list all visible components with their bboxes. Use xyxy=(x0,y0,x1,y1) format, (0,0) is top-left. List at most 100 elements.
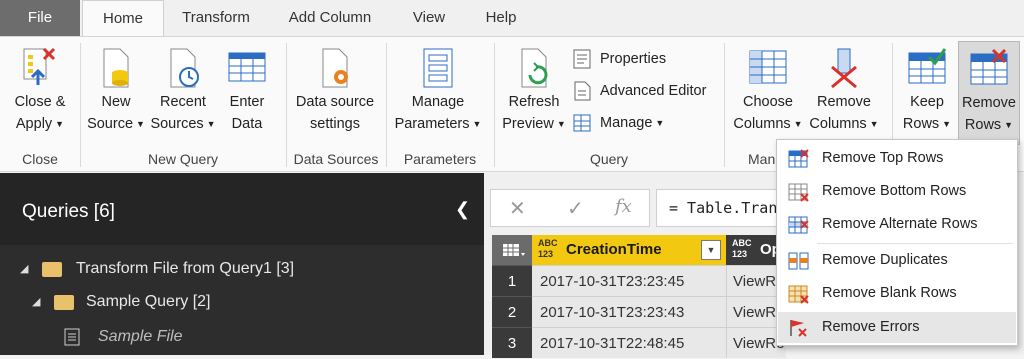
recent-sources-label-2: Sources xyxy=(150,116,204,132)
new-source-label-1: New xyxy=(101,94,131,110)
refresh-preview-label-2: Preview xyxy=(502,116,554,132)
cancel-icon[interactable]: ✕ xyxy=(509,196,526,221)
table-cell[interactable]: 2017-10-31T23:23:43 xyxy=(532,296,726,327)
row-number[interactable]: 3 xyxy=(492,327,532,358)
recent-sources-label-1: Recent xyxy=(160,94,206,110)
refresh-preview-button[interactable]: Refresh Preview ▼ xyxy=(498,45,570,135)
choose-columns-icon xyxy=(749,50,787,84)
menu-item-remove-errors[interactable]: Remove Errors xyxy=(778,312,1016,343)
group-label-data-sources: Data Sources xyxy=(293,151,379,167)
remove-blank-rows-icon xyxy=(788,285,809,304)
type-any-icon: ABC 123 xyxy=(732,238,752,259)
expanded-triangle-icon[interactable]: ◢ xyxy=(32,290,40,314)
properties-label: Properties xyxy=(600,51,667,67)
dropdown-caret-icon: ▼ xyxy=(942,119,952,130)
data-source-settings-label-1: Data source xyxy=(295,94,375,110)
recent-sources-button[interactable]: Recent Sources ▼ xyxy=(150,45,216,135)
tab-add-column[interactable]: Add Column xyxy=(274,0,386,36)
dropdown-caret-icon: ▼ xyxy=(1004,120,1014,131)
filter-dropdown-icon[interactable]: ▼ xyxy=(701,240,721,260)
column-name: CreationTime xyxy=(566,241,662,258)
query-group-label: Transform File from Query1 [3] xyxy=(76,260,295,277)
manage-parameters-button[interactable]: Manage Parameters ▼ xyxy=(390,45,486,135)
row-number[interactable]: 2 xyxy=(492,296,532,327)
group-label-new-query: New Query xyxy=(147,151,219,167)
remove-rows-label-2: Rows xyxy=(964,117,1002,133)
group-divider xyxy=(286,43,287,167)
data-source-settings-icon xyxy=(322,48,348,88)
enter-data-label-2: Data xyxy=(231,116,263,132)
expanded-triangle-icon[interactable]: ◢ xyxy=(20,257,28,281)
collapse-pane-icon[interactable]: ❮ xyxy=(455,199,470,220)
ribbon-tab-bar: File Home Transform Add Column View Help xyxy=(0,0,1024,37)
remove-top-rows-icon xyxy=(788,149,809,168)
group-divider xyxy=(494,43,495,167)
keep-rows-button[interactable]: Keep Rows ▼ xyxy=(898,45,956,135)
table-cell[interactable]: 2017-10-31T22:48:45 xyxy=(532,327,726,358)
menu-item-label: Remove Blank Rows xyxy=(822,285,957,301)
group-label-close: Close xyxy=(22,151,58,167)
choose-columns-label-1: Choose xyxy=(743,94,793,110)
folder-icon xyxy=(54,295,74,310)
menu-item-label: Remove Duplicates xyxy=(822,252,948,268)
new-source-button[interactable]: New Source ▼ xyxy=(84,45,148,135)
close-apply-button[interactable]: Close & Apply ▼ xyxy=(6,45,74,135)
remove-columns-label-2: Columns xyxy=(809,116,867,132)
menu-item-remove-top-rows[interactable]: Remove Top Rows xyxy=(778,143,1016,174)
table-menu-icon[interactable] xyxy=(492,235,532,265)
folder-icon xyxy=(42,262,62,277)
remove-duplicates-icon xyxy=(788,252,809,270)
fx-icon[interactable]: fx xyxy=(615,196,632,217)
tab-file[interactable]: File xyxy=(0,0,80,36)
tab-view[interactable]: View xyxy=(396,0,462,36)
tab-transform[interactable]: Transform xyxy=(166,0,266,36)
dropdown-caret-icon: ▼ xyxy=(206,119,216,130)
menu-item-remove-blank-rows[interactable]: Remove Blank Rows xyxy=(778,278,1016,309)
table-cell[interactable]: 2017-10-31T23:23:45 xyxy=(532,265,726,296)
dropdown-caret-icon: ▼ xyxy=(655,118,665,129)
properties-icon xyxy=(573,49,591,69)
close-apply-icon xyxy=(23,47,56,85)
row-number[interactable]: 1 xyxy=(492,265,532,296)
type-any-icon: ABC 123 xyxy=(538,238,558,259)
manage-parameters-label-1: Manage xyxy=(411,94,465,110)
remove-rows-button[interactable]: Remove Rows ▼ xyxy=(958,41,1020,145)
parameters-icon xyxy=(423,48,453,88)
remove-columns-button[interactable]: Remove Columns ▼ xyxy=(806,45,882,135)
confirm-icon[interactable]: ✓ xyxy=(567,196,584,221)
refresh-preview-label-1: Refresh xyxy=(508,94,560,110)
dropdown-caret-icon: ▼ xyxy=(556,119,566,130)
menu-separator xyxy=(817,243,1013,244)
properties-button[interactable]: Properties xyxy=(570,45,666,73)
dropdown-caret-icon: ▼ xyxy=(793,119,803,130)
queries-header: Queries [6] ❮ xyxy=(0,173,484,245)
column-header-creationtime[interactable]: ABC 123 CreationTime ▼ xyxy=(532,235,726,265)
new-source-icon xyxy=(103,48,129,88)
remove-bottom-rows-icon xyxy=(788,183,809,202)
advanced-editor-button[interactable]: Advanced Editor xyxy=(570,77,706,105)
keep-rows-label-2: Rows xyxy=(902,116,940,132)
queries-pane: Queries [6] ❮ ◢ Transform File from Quer… xyxy=(0,173,484,355)
menu-item-remove-duplicates[interactable]: Remove Duplicates xyxy=(778,245,1016,276)
enter-data-button[interactable]: Enter Data xyxy=(218,45,276,135)
group-label-parameters: Parameters xyxy=(403,151,477,167)
group-divider xyxy=(724,43,725,167)
table-icon xyxy=(228,52,266,82)
new-source-label-2: Source xyxy=(87,116,134,132)
tab-help[interactable]: Help xyxy=(470,0,532,36)
tab-home[interactable]: Home xyxy=(82,0,164,37)
manage-label: Manage xyxy=(600,115,653,131)
advanced-editor-icon xyxy=(574,81,591,101)
manage-icon xyxy=(573,114,591,132)
manage-button[interactable]: Manage ▼ xyxy=(570,109,664,137)
choose-columns-label-2: Columns xyxy=(733,116,791,132)
dropdown-caret-icon: ▼ xyxy=(472,119,482,130)
menu-item-remove-alternate-rows[interactable]: Remove Alternate Rows xyxy=(778,209,1016,240)
remove-rows-label-1: Remove xyxy=(962,95,1016,111)
menu-item-label: Remove Errors xyxy=(822,319,920,335)
data-source-settings-button[interactable]: Data source settings xyxy=(290,45,380,135)
menu-item-label: Remove Bottom Rows xyxy=(822,183,967,199)
menu-item-remove-bottom-rows[interactable]: Remove Bottom Rows xyxy=(778,176,1016,207)
close-apply-label-1: Close & xyxy=(14,94,66,110)
choose-columns-button[interactable]: Choose Columns ▼ xyxy=(730,45,806,135)
